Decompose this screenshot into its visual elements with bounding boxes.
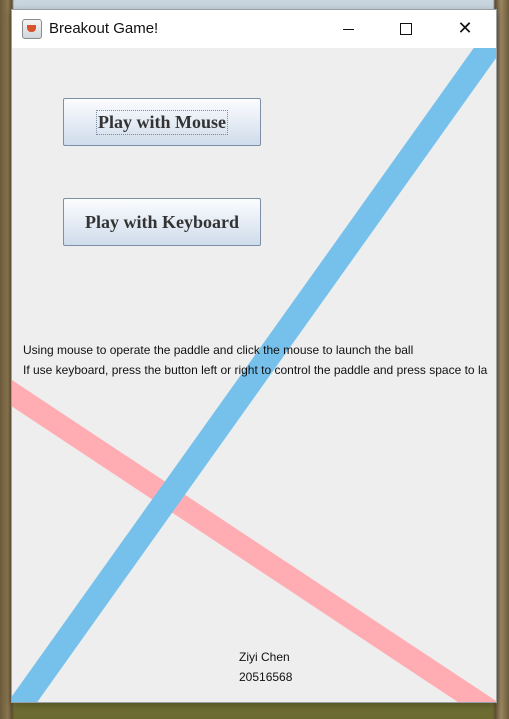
game-menu-panel: Play with Mouse Play with Keyboard Using… xyxy=(12,48,496,702)
author-name: Ziyi Chen xyxy=(239,650,290,664)
play-with-mouse-button[interactable]: Play with Mouse xyxy=(63,98,261,146)
minimize-button[interactable] xyxy=(319,10,377,48)
play-with-keyboard-button[interactable]: Play with Keyboard xyxy=(63,198,261,246)
title-bar[interactable]: Breakout Game! ✕ xyxy=(12,10,496,48)
mouse-instructions: Using mouse to operate the paddle and cl… xyxy=(23,343,414,357)
app-window: Breakout Game! ✕ Play with Mouse Play wi… xyxy=(12,10,496,702)
window-title: Breakout Game! xyxy=(49,20,159,37)
java-coffee-cup-icon xyxy=(22,19,42,39)
author-id: 20516568 xyxy=(239,670,293,684)
maximize-icon xyxy=(400,23,412,35)
play-with-keyboard-label: Play with Keyboard xyxy=(84,211,239,232)
close-icon: ✕ xyxy=(457,18,473,39)
minimize-icon xyxy=(342,28,354,30)
close-button[interactable]: ✕ xyxy=(436,10,494,48)
maximize-button[interactable] xyxy=(377,10,435,48)
play-with-mouse-label: Play with Mouse xyxy=(96,109,228,135)
keyboard-instructions: If use keyboard, press the button left o… xyxy=(23,363,488,377)
